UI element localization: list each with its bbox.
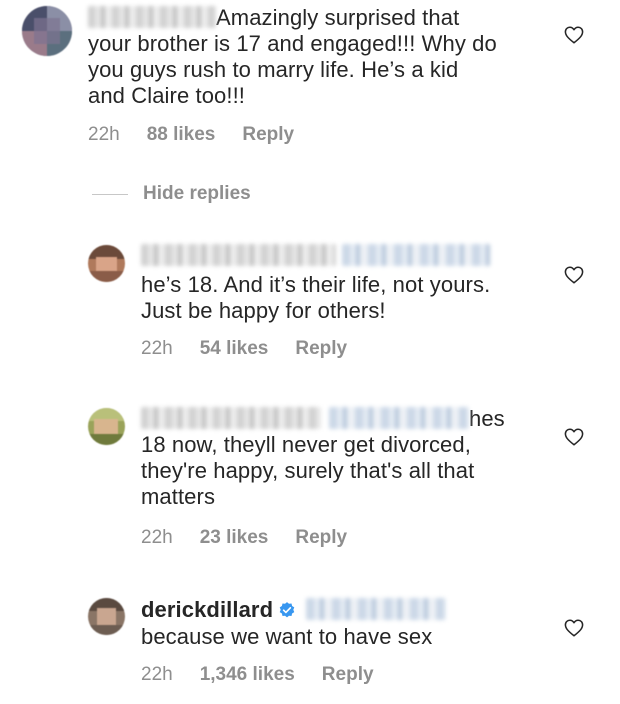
reply-first-word: hes	[469, 406, 505, 431]
heart-outline-icon[interactable]	[564, 428, 584, 446]
comment-line: your brother is 17 and engaged!!! Why do	[88, 31, 497, 56]
comment-line: you guys rush to marry life. He’s a kid	[88, 57, 459, 82]
redacted-mention[interactable]	[306, 598, 447, 620]
reply-meta: 22h 54 likes Reply	[141, 338, 347, 360]
heart-outline-icon[interactable]	[564, 266, 584, 284]
timestamp: 22h	[141, 338, 173, 359]
likes-count[interactable]: 54 likes	[200, 338, 269, 360]
reply-button[interactable]: Reply	[322, 664, 374, 686]
reply-username-row: derickdillard	[141, 597, 551, 623]
reply-line: Just be happy for others!	[141, 298, 386, 323]
reply-line: he’s 18. And it’s their life, not yours.	[141, 272, 491, 297]
comment-line: Amazingly surprised that	[216, 5, 460, 30]
divider	[92, 193, 128, 195]
reply-meta: 22h 23 likes Reply	[141, 527, 347, 549]
avatar[interactable]	[88, 598, 125, 635]
heart-outline-icon[interactable]	[564, 26, 584, 44]
timestamp: 22h	[88, 124, 120, 145]
avatar[interactable]	[88, 408, 125, 445]
reply-text: he’s 18. And it’s their life, not yours.…	[141, 243, 551, 324]
hide-replies-label[interactable]: Hide replies	[143, 183, 251, 205]
reply-button[interactable]: Reply	[295, 527, 347, 549]
reply-line: 18 now, theyll never get divorced,	[141, 432, 471, 457]
comment-text: Amazingly surprised that your brother is…	[88, 5, 558, 109]
hide-replies-toggle[interactable]: Hide replies	[92, 183, 251, 205]
comment-line: and Claire too!!!	[88, 83, 246, 108]
timestamp: 22h	[141, 664, 173, 685]
comment-first-line: Amazingly surprised that	[88, 5, 558, 31]
verified-badge-icon	[279, 602, 295, 618]
redacted-mention[interactable]	[342, 244, 490, 266]
reply-first-line: hes	[141, 406, 551, 432]
reply-button[interactable]: Reply	[242, 124, 294, 146]
reply-text: derickdillard because we want to have se…	[141, 597, 551, 650]
reply-button[interactable]: Reply	[295, 338, 347, 360]
reply-meta: 22h 1,346 likes Reply	[141, 664, 374, 686]
timestamp: 22h	[141, 527, 173, 548]
reply-line: because we want to have sex	[141, 624, 433, 649]
redacted-username[interactable]	[141, 407, 321, 429]
redacted-username[interactable]	[141, 244, 336, 266]
heart-outline-icon[interactable]	[564, 619, 584, 637]
comment-meta: 22h 88 likes Reply	[88, 124, 294, 146]
likes-count[interactable]: 88 likes	[147, 124, 216, 146]
reply-line: they're happy, surely that's all that	[141, 458, 475, 483]
reply-username-row	[141, 243, 551, 269]
comments-page: Amazingly surprised that your brother is…	[0, 0, 620, 704]
reply-line: matters	[141, 484, 216, 509]
username-link[interactable]: derickdillard	[141, 597, 273, 622]
avatar[interactable]	[88, 245, 125, 282]
reply-text: hes 18 now, theyll never get divorced, t…	[141, 406, 551, 510]
redacted-mention[interactable]	[329, 407, 469, 429]
redacted-username[interactable]	[88, 6, 216, 28]
likes-count[interactable]: 23 likes	[200, 527, 269, 549]
likes-count[interactable]: 1,346 likes	[200, 664, 295, 686]
avatar[interactable]	[22, 6, 72, 56]
